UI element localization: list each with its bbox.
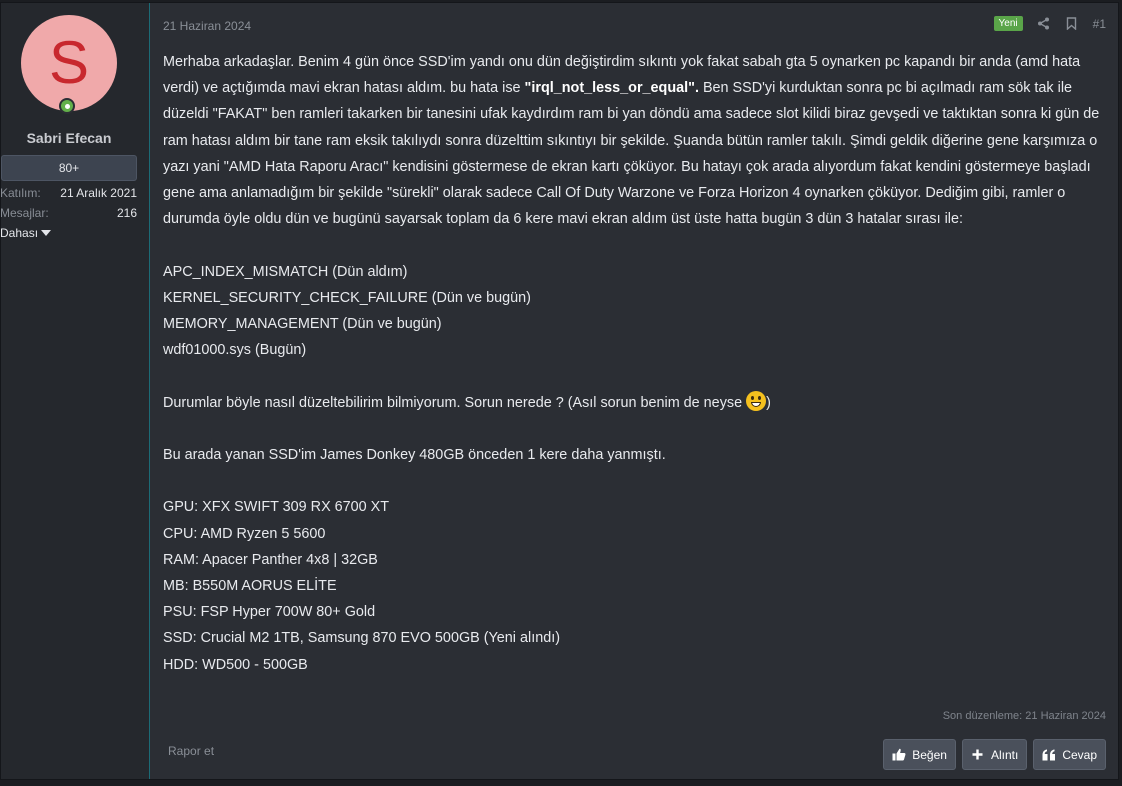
- post-body: Merhaba arkadaşlar. Benim 4 gün önce SSD…: [163, 49, 1113, 678]
- quote-button[interactable]: Alıntı: [961, 739, 1028, 770]
- more-toggle[interactable]: Dahası: [0, 226, 52, 240]
- quote-icon: [1042, 748, 1056, 762]
- username[interactable]: Sabri Efecan: [1, 130, 137, 146]
- spec-line: GPU: XFX SWIFT 309 RX 6700 XT: [163, 499, 390, 516]
- post-actions: Beğen Alıntı Cevap: [883, 739, 1106, 770]
- online-status-icon: [59, 98, 75, 114]
- question-text: Durumlar böyle nasıl düzeltebilirim bilm…: [163, 394, 747, 411]
- error-line: MEMORY_MANAGEMENT (Dün ve bugün): [163, 316, 442, 333]
- paragraph-text: Ben SSD'yi kurduktan sonra pc bi açılmad…: [163, 80, 1100, 228]
- post-paragraph: Merhaba arkadaşlar. Benim 4 gün önce SSD…: [163, 49, 1113, 232]
- smiley-icon: [746, 390, 767, 411]
- thumbs-up-icon: [892, 748, 906, 762]
- last-edited: Son düzenleme: 21 Haziran 2024: [942, 710, 1106, 722]
- share-icon[interactable]: [1037, 17, 1051, 31]
- like-label: Beğen: [912, 747, 947, 762]
- spec-line: MB: B550M AORUS ELİTE: [163, 578, 337, 594]
- plus-icon: [971, 748, 985, 762]
- caret-down-icon: [41, 230, 52, 236]
- reply-label: Cevap: [1062, 747, 1097, 762]
- question-end: ): [766, 394, 771, 411]
- spec-line: SSD: Crucial M2 1TB, Samsung 870 EVO 500…: [163, 630, 560, 647]
- spec-line: CPU: AMD Ryzen 5 5600: [163, 525, 326, 542]
- post-number-link[interactable]: #1: [1093, 17, 1106, 31]
- bookmark-icon[interactable]: [1065, 17, 1079, 31]
- new-badge: Yeni: [993, 16, 1023, 31]
- like-button[interactable]: Beğen: [883, 739, 956, 770]
- reply-button[interactable]: Cevap: [1033, 739, 1106, 770]
- error-line: KERNEL_SECURITY_CHECK_FAILURE (Dün ve bu…: [163, 289, 531, 306]
- stat-label: Katılım:: [0, 186, 41, 200]
- user-sidebar: S Sabri Efecan 80+ Katılım: 21 Aralık 20…: [0, 3, 150, 779]
- error-code-bold: "irql_not_less_or_equal".: [524, 80, 699, 97]
- avatar[interactable]: S: [21, 15, 117, 111]
- user-badge: 80+: [1, 155, 137, 181]
- stat-label: Mesajlar:: [0, 206, 49, 220]
- question-line: Durumlar böyle nasıl düzeltebilirim bilm…: [163, 390, 1113, 416]
- report-link[interactable]: Rapor et: [168, 744, 214, 758]
- forum-post: S Sabri Efecan 80+ Katılım: 21 Aralık 20…: [0, 2, 1119, 780]
- stat-value[interactable]: 216: [117, 206, 137, 220]
- post-date[interactable]: 21 Haziran 2024: [163, 19, 251, 33]
- stat-value: 21 Aralık 2021: [60, 186, 137, 200]
- error-line: APC_INDEX_MISMATCH (Dün aldım): [163, 263, 408, 280]
- ssd-note: Bu arada yanan SSD'im James Donkey 480GB…: [163, 447, 666, 463]
- spec-line: RAM: Apacer Panther 4x8 | 32GB: [163, 551, 378, 568]
- spec-line: PSU: FSP Hyper 700W 80+ Gold: [163, 604, 376, 621]
- quote-label: Alıntı: [990, 747, 1019, 762]
- more-label: Dahası: [0, 226, 39, 240]
- error-line: wdf01000.sys (Bugün): [163, 342, 307, 359]
- spec-line: HDD: WD500 - 500GB: [163, 656, 308, 673]
- post-header-actions: Yeni #1: [993, 16, 1106, 31]
